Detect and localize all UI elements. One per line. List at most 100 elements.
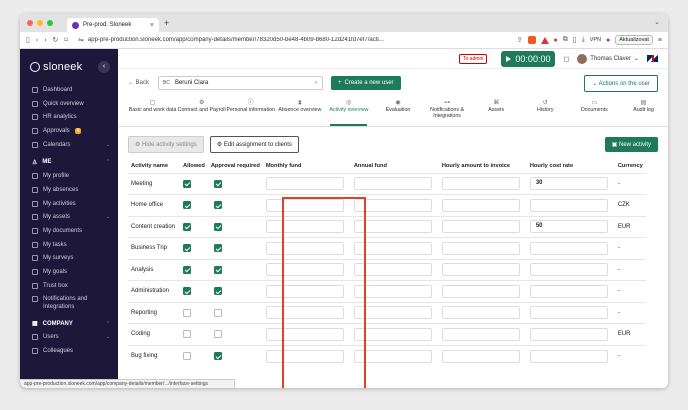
new-activity-button[interactable]: ▣ New activity <box>604 137 658 152</box>
allowed-checkbox[interactable] <box>183 201 191 210</box>
sidebar-item-trust-box[interactable]: Trust box <box>20 279 118 293</box>
tab-absence-overview[interactable]: ⧗ Absence overview <box>275 97 324 126</box>
sidebar-item-calendars[interactable]: Calendars ⌄ <box>20 138 118 152</box>
hourly-cost-rate-input[interactable] <box>529 284 608 298</box>
annual-fund-input[interactable] <box>353 327 432 341</box>
monthly-fund-input[interactable] <box>265 327 344 341</box>
allowed-checkbox[interactable] <box>183 308 191 317</box>
monthly-fund-input[interactable] <box>265 220 344 234</box>
annual-fund-input[interactable] <box>353 349 432 363</box>
update-button[interactable]: Aktualizovat <box>615 35 653 45</box>
currency-value[interactable]: - <box>618 288 620 294</box>
sidebar-item-my-assets[interactable]: My assets ⌄ <box>20 211 118 225</box>
allowed-checkbox[interactable] <box>183 244 191 253</box>
annual-fund-input[interactable] <box>353 241 432 255</box>
reload-icon[interactable]: ↻ <box>53 36 59 44</box>
sidebar-item-my-profile[interactable]: My profile <box>20 169 118 183</box>
tab-activity-overview[interactable]: ◎ Activity overview <box>324 97 373 126</box>
collapse-sidebar-button[interactable]: ‹ <box>98 61 110 73</box>
currency-value[interactable]: EUR <box>618 331 631 337</box>
puzzle-icon[interactable]: ⧉ <box>563 36 568 44</box>
currency-value[interactable]: - <box>618 353 620 359</box>
hourly-invoice-input[interactable] <box>441 263 520 277</box>
approval-required-checkbox[interactable] <box>213 352 222 360</box>
brave-rewards-icon[interactable] <box>540 36 549 44</box>
tab-basic-and-work-data[interactable]: ▢ Basic and work data <box>128 97 177 126</box>
sidebar-item-approvals[interactable]: Approvals 4 <box>20 124 118 138</box>
currency-value[interactable]: - <box>618 267 620 273</box>
tab-list-chevron-icon[interactable]: ⌄ <box>654 18 660 26</box>
minimize-window-button[interactable] <box>37 20 43 26</box>
profile-icon[interactable]: ● <box>606 37 610 44</box>
monthly-fund-input[interactable] <box>265 284 344 298</box>
time-tracker-button[interactable]: 00:00:00 <box>501 50 556 67</box>
allowed-checkbox[interactable] <box>183 179 191 188</box>
approval-required-checkbox[interactable] <box>213 244 222 253</box>
currency-value[interactable]: EUR <box>618 224 631 230</box>
zoom-window-button[interactable] <box>47 20 53 26</box>
forward-arrow-icon[interactable]: › <box>44 37 46 44</box>
uk-flag-icon[interactable] <box>647 55 658 62</box>
hourly-invoice-input[interactable] <box>441 306 520 320</box>
notifications-bell-icon[interactable]: ◻ <box>563 55 569 63</box>
sidebar-item-my-tasks[interactable]: My tasks <box>20 238 118 252</box>
brave-shields-icon[interactable] <box>527 36 536 44</box>
sidebar-item-hr-analytics[interactable]: HR analytics <box>20 110 118 124</box>
annual-fund-input[interactable] <box>353 220 432 234</box>
hourly-cost-rate-input[interactable] <box>529 306 608 320</box>
monthly-fund-input[interactable] <box>265 198 344 212</box>
to-admin-button[interactable]: To admin <box>459 53 488 64</box>
annual-fund-input[interactable] <box>353 177 432 191</box>
edit-assignment-button[interactable]: ⚙ Edit assignment to clients <box>209 136 299 153</box>
allowed-checkbox[interactable] <box>183 330 191 339</box>
hourly-invoice-input[interactable] <box>441 198 520 212</box>
tab-notifications-integrations[interactable]: ⊶ Notifications & Integrations <box>423 97 472 126</box>
bookmark-icon[interactable]: ⌑ <box>64 36 68 44</box>
approval-required-checkbox[interactable] <box>213 179 222 188</box>
tab-history[interactable]: ↺ History <box>521 97 570 126</box>
sidebar-item-my-surveys[interactable]: My surveys <box>20 252 118 266</box>
allowed-checkbox[interactable] <box>183 222 191 231</box>
hourly-cost-rate-input[interactable] <box>529 349 608 363</box>
sidebar-item-dashboard[interactable]: Dashboard <box>20 83 118 97</box>
employee-selector[interactable]: BC Beruni Clara ⌕ <box>158 76 323 90</box>
sidebar-item-colleagues[interactable]: Colleagues <box>20 344 118 358</box>
sidebar-item-my-documents[interactable]: My documents <box>20 224 118 238</box>
tab-documents[interactable]: ▭ Documents <box>570 97 619 126</box>
annual-fund-input[interactable] <box>353 284 432 298</box>
close-tab-icon[interactable]: × <box>150 22 154 29</box>
browser-tab[interactable]: Pre-prod. Sloneek × <box>67 18 159 32</box>
monthly-fund-input[interactable] <box>265 263 344 277</box>
currency-value[interactable]: - <box>618 181 620 187</box>
allowed-checkbox[interactable] <box>183 287 191 296</box>
annual-fund-input[interactable] <box>353 198 432 212</box>
hourly-cost-rate-input[interactable] <box>529 198 608 212</box>
tab-assets[interactable]: ⌘ Assets <box>472 97 521 126</box>
hourly-cost-rate-input[interactable] <box>529 263 608 277</box>
url-field[interactable]: ⇋ app-pre-production.sloneek.com/app/com… <box>74 34 511 46</box>
sidebar-item-users[interactable]: Users ⌄ <box>20 331 118 345</box>
download-icon[interactable]: ⤓ <box>582 36 585 44</box>
allowed-checkbox[interactable] <box>183 352 191 360</box>
vpn-button[interactable]: VPN <box>590 37 601 43</box>
tab-evaluation[interactable]: ◉ Evaluation <box>373 97 422 126</box>
approval-required-checkbox[interactable] <box>213 201 222 210</box>
hide-activity-settings-button[interactable]: ⚙ Hide activity settings <box>128 136 204 153</box>
user-menu[interactable]: Thomas Claver ⌄ <box>577 53 639 64</box>
approval-required-checkbox[interactable] <box>213 287 222 296</box>
hourly-invoice-input[interactable] <box>441 349 520 363</box>
hourly-cost-rate-input[interactable]: 50 <box>529 220 608 234</box>
menu-icon[interactable]: ≡ <box>658 37 662 44</box>
back-button[interactable]: ← Back <box>128 80 150 86</box>
share-icon[interactable]: ⇪ <box>517 36 523 44</box>
tab-personal-information[interactable]: ⓘ Personal information <box>226 97 275 126</box>
hourly-invoice-input[interactable] <box>441 284 520 298</box>
tab-audit-log[interactable]: ▤ Audit log <box>619 97 668 126</box>
approval-required-checkbox[interactable] <box>213 222 222 231</box>
sidebar-section-me[interactable]: ♙ ME ⌃ <box>20 155 118 169</box>
currency-value[interactable]: - <box>618 310 620 316</box>
sidebar-item-my-absences[interactable]: My absences <box>20 183 118 197</box>
hourly-cost-rate-input[interactable] <box>529 241 608 255</box>
sidebar-toggle-icon[interactable]: ▯ <box>26 36 30 44</box>
monthly-fund-input[interactable] <box>265 177 344 191</box>
